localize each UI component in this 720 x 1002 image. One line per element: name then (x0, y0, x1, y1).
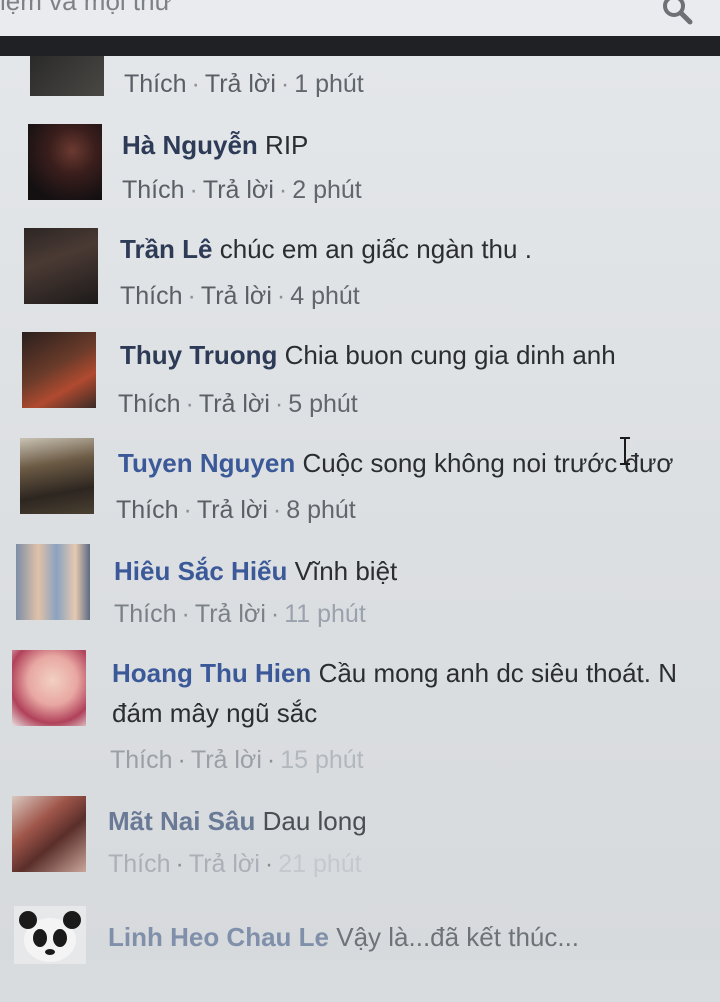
comment-time[interactable]: 8 phút (286, 496, 356, 524)
avatar[interactable] (22, 332, 96, 408)
divider-bar (0, 36, 720, 56)
comment-text: chúc em an giấc ngàn thu . (219, 234, 532, 264)
comment-author[interactable]: Mãt Nai Sâu (108, 806, 255, 836)
comment-text: RIP (265, 130, 309, 160)
comment-time[interactable]: 1 phút (294, 70, 364, 98)
comment-text: Vĩnh biệt (294, 556, 398, 586)
search-input[interactable]: iệm và mọi thứ (0, 0, 172, 17)
comment-author[interactable]: Thuy Truong (120, 340, 277, 370)
comment-time[interactable]: 4 phút (290, 282, 360, 310)
reply-link[interactable]: Trả lời (199, 390, 270, 418)
avatar[interactable] (30, 56, 104, 96)
comment-item: Hiêu Sắc Hiếu Vĩnh biệt Thích · Trả lời · 11… (0, 544, 720, 644)
avatar[interactable] (14, 906, 86, 964)
reply-link[interactable]: Trả lời (203, 176, 274, 204)
comment-item: Mãt Nai Sâu Dau long Thích · Trả lời · 21 ph… (0, 796, 720, 896)
like-link[interactable]: Thích (116, 496, 179, 524)
comment-text: Chia buon cung gia dinh anh (284, 340, 616, 370)
reply-link[interactable]: Trả lời (189, 850, 260, 878)
like-link[interactable]: Thích (110, 746, 173, 774)
comment-text: Vậy là...đã kết thúc... (336, 922, 580, 952)
comment-time[interactable]: 2 phút (292, 176, 362, 204)
comment-time[interactable]: 5 phút (288, 390, 358, 418)
reply-link[interactable]: Trả lời (205, 70, 276, 98)
avatar[interactable] (28, 124, 102, 200)
comment-author[interactable]: Hoang Thu Hien (112, 658, 311, 688)
like-link[interactable]: Thích (114, 600, 177, 628)
comments-panel: Thích · Trả lời · 1 phút Hà Nguyễn RIP Thích… (0, 56, 720, 964)
comment-author[interactable]: Tuyen Nguyen (118, 448, 295, 478)
reply-link[interactable]: Trả lời (197, 496, 268, 524)
avatar[interactable] (24, 228, 98, 304)
comment-author[interactable]: Trần Lê (120, 234, 212, 264)
text-cursor-icon (620, 437, 630, 465)
comment-time[interactable]: 11 phút (284, 600, 366, 628)
comment-time[interactable]: 21 phút (278, 850, 361, 878)
avatar[interactable] (12, 796, 86, 872)
comment-author[interactable]: Hà Nguyễn (122, 130, 258, 160)
like-link[interactable]: Thích (124, 70, 187, 98)
panda-icon (19, 911, 81, 962)
comment-item: Hoang Thu Hien Cầu mong anh dc siêu thoá… (0, 650, 720, 774)
comment-author[interactable]: Linh Heo Chau Le (108, 922, 329, 952)
search-bar[interactable]: iệm và mọi thứ (0, 0, 720, 36)
comment-actions: Thích · Trả lời · 1 phút (124, 70, 364, 98)
comment-text: Cầu mong anh dc siêu thoát. N (318, 658, 678, 688)
like-link[interactable]: Thích (122, 176, 185, 204)
comment-actions: Thích · Trả lời · 4 phút (120, 282, 360, 310)
comment-actions: Thích · Trả lời · 15 phút (110, 746, 364, 774)
avatar[interactable] (12, 650, 86, 726)
search-icon[interactable] (660, 0, 694, 28)
like-link[interactable]: Thích (120, 282, 183, 310)
comment-item: Trần Lê chúc em an giấc ngàn thu . Thích… (0, 228, 720, 328)
comment-author[interactable]: Hiêu Sắc Hiếu (114, 556, 287, 586)
comment-actions: Thích · Trả lời · 8 phút (116, 496, 356, 524)
comment-actions: Thích · Trả lời · 5 phút (118, 390, 358, 418)
like-link[interactable]: Thích (118, 390, 181, 418)
comment-item: Linh Heo Chau Le Vậy là...đã kết thúc... (0, 902, 720, 1002)
comment-item: Hà Nguyễn RIP Thích · Trả lời · 2 phút (0, 124, 720, 224)
comment-item: Tuyen Nguyen Cuộc song không noi trước đ… (0, 438, 720, 538)
reply-link[interactable]: Trả lời (195, 600, 266, 628)
comment-actions: Thích · Trả lời · 11 phút (114, 600, 366, 628)
like-link[interactable]: Thích (108, 850, 171, 878)
comment-text-continued: đám mây ngũ sắc (112, 698, 318, 728)
reply-link[interactable]: Trả lời (191, 746, 262, 774)
reply-link[interactable]: Trả lời (201, 282, 272, 310)
comment-item: Thuy Truong Chia buon cung gia dinh anh … (0, 332, 720, 432)
comment-actions: Thích · Trả lời · 21 phút (108, 850, 362, 878)
avatar[interactable] (16, 544, 90, 620)
avatar[interactable] (20, 438, 94, 514)
comment-actions: Thích · Trả lời · 2 phút (122, 176, 362, 204)
comment-text: Dau long (262, 806, 367, 836)
comment-time[interactable]: 15 phút (280, 746, 363, 774)
